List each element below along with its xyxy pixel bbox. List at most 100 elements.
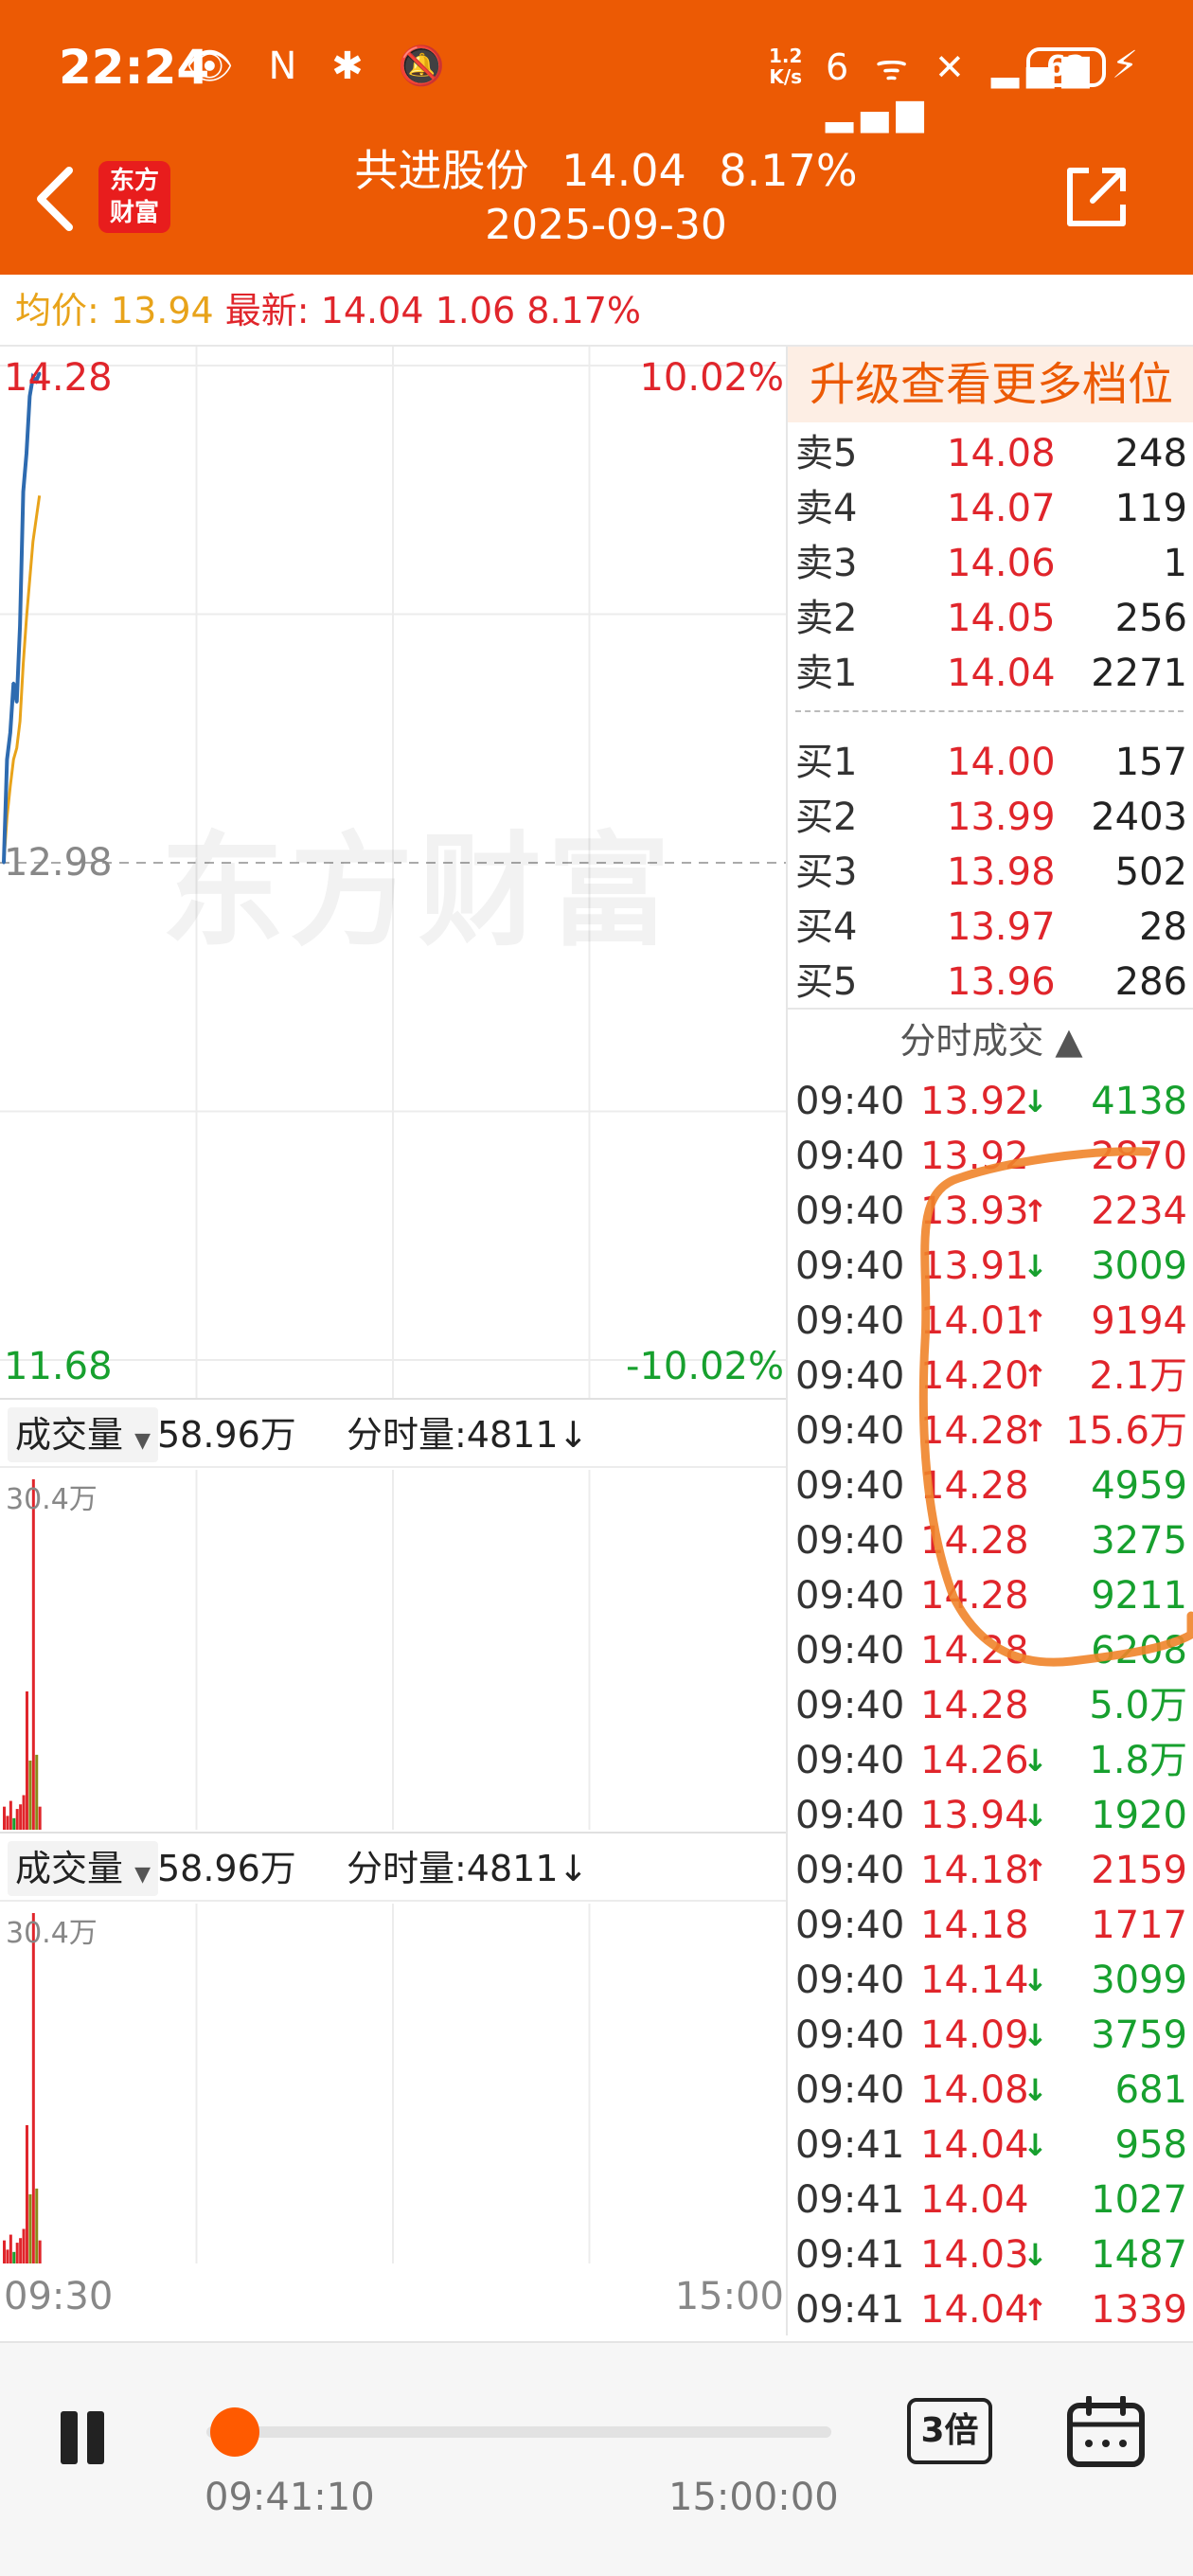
tick-row: 09:40 14.18 1717 bbox=[788, 1898, 1193, 1953]
pause-icon bbox=[61, 2411, 78, 2464]
bid-volume: 157 bbox=[1114, 741, 1187, 784]
bid-row[interactable]: 买2 13.99 2403 bbox=[788, 790, 1193, 845]
playback-end-time: 15:00:00 bbox=[668, 2476, 839, 2519]
tick-arrow-icon: ↓ bbox=[1023, 2237, 1048, 2273]
minute-volume: 分时量:4811↓ bbox=[347, 1400, 588, 1470]
top-pct-label: 10.02% bbox=[639, 356, 784, 400]
tick-price: 14.26 bbox=[920, 1739, 1029, 1782]
volume-indicator-select-2[interactable]: 成交量 ▼ bbox=[8, 1841, 159, 1896]
tick-row: 09:40 14.14 ↓ 3099 bbox=[788, 1953, 1193, 2008]
time-axis-end: 15:00 bbox=[674, 2275, 784, 2318]
tick-arrow-icon: ↑ bbox=[1023, 1852, 1048, 1888]
hand-drawn-annotation bbox=[918, 1147, 1193, 1667]
ask-volume: 119 bbox=[1114, 487, 1187, 530]
arrow-down-icon: ↓ bbox=[558, 1414, 589, 1456]
tick-arrow-icon: ↓ bbox=[1023, 1798, 1048, 1834]
volume-total: 58.96万 bbox=[157, 1848, 296, 1889]
volume-bar bbox=[15, 2243, 19, 2263]
bid-price: 13.96 bbox=[947, 960, 1056, 1004]
bid-row[interactable]: 买4 13.97 28 bbox=[788, 900, 1193, 955]
bid-price: 13.98 bbox=[947, 850, 1056, 894]
volume-bar bbox=[25, 2124, 28, 2263]
ask-price: 14.04 bbox=[947, 652, 1056, 695]
bid-row[interactable]: 买5 13.96 286 bbox=[788, 955, 1193, 1010]
price-point bbox=[18, 624, 22, 628]
volume-bar bbox=[6, 2249, 9, 2263]
bid-price: 13.97 bbox=[947, 905, 1056, 949]
ask-label: 卖1 bbox=[795, 652, 858, 695]
tick-time: 09:40 bbox=[795, 1904, 905, 1947]
tick-time: 09:41 bbox=[795, 2123, 905, 2167]
price-summary-bar: 均价: 13.94 最新: 14.04 1.06 8.17% bbox=[0, 275, 1193, 347]
stock-title: 共进股份 14.04 8.17% bbox=[0, 136, 1193, 199]
tick-time: 09:40 bbox=[795, 1739, 905, 1782]
app-header: 22:24 👁 N ✱ 🔕 1.2 K/s 6 ᯤ ✕ ▂▄▆ ▂▄▆ 62 ⚡… bbox=[0, 0, 1193, 275]
upgrade-more-levels-button[interactable]: 升级查看更多档位 bbox=[788, 347, 1193, 422]
tick-price: 14.03 bbox=[920, 2233, 1029, 2277]
tick-time: 09:40 bbox=[795, 1080, 905, 1123]
bid-label: 买1 bbox=[795, 741, 858, 784]
latest-label: 最新: bbox=[224, 290, 310, 331]
playback-track[interactable] bbox=[206, 2426, 831, 2438]
stock-price: 14.04 bbox=[561, 145, 686, 196]
tick-time: 09:40 bbox=[795, 2013, 905, 2057]
tick-price: 14.04 bbox=[920, 2123, 1029, 2167]
ticks-header[interactable]: 分时成交 ▲ bbox=[788, 1008, 1193, 1070]
ask-volume: 256 bbox=[1114, 597, 1187, 640]
volume-indicator-select-1[interactable]: 成交量 ▼ bbox=[8, 1407, 159, 1462]
ask-row[interactable]: 卖5 14.08 248 bbox=[788, 426, 1193, 481]
latest-pct: 8.17% bbox=[526, 290, 642, 331]
tick-row: 09:40 14.26 ↓ 1.8万 bbox=[788, 1733, 1193, 1788]
volume-bar bbox=[35, 2188, 39, 2263]
volume-chart-svg-2 bbox=[3, 1904, 591, 2263]
tick-time: 09:40 bbox=[795, 1849, 905, 1892]
tick-time: 09:41 bbox=[795, 2233, 905, 2277]
watermark: 东方财富 bbox=[161, 819, 677, 963]
bid-label: 买2 bbox=[795, 796, 858, 839]
network-speed-unit: K/s bbox=[769, 65, 803, 88]
share-icon bbox=[1067, 168, 1126, 226]
pause-button[interactable] bbox=[57, 2411, 110, 2464]
bid-row[interactable]: 买1 14.00 157 bbox=[788, 735, 1193, 790]
share-button[interactable] bbox=[1060, 161, 1132, 233]
bid-volume: 28 bbox=[1139, 905, 1187, 949]
volume-bar bbox=[22, 1795, 26, 1830]
tick-volume: 3099 bbox=[1091, 1959, 1187, 2002]
arrow-down-icon: ↓ bbox=[558, 1848, 589, 1889]
mid-price-label: 12.98 bbox=[4, 841, 113, 885]
network-speed: 1.2 K/s bbox=[769, 45, 802, 87]
ask-row[interactable]: 卖3 14.06 1 bbox=[788, 536, 1193, 591]
speed-button[interactable]: 3倍 bbox=[907, 2398, 992, 2464]
tick-price: 14.04 bbox=[920, 2288, 1029, 2332]
ask-price: 14.06 bbox=[947, 542, 1056, 585]
calendar-button[interactable] bbox=[1066, 2395, 1146, 2468]
tick-row: 09:40 14.09 ↓ 3759 bbox=[788, 2008, 1193, 2063]
tick-volume: 1717 bbox=[1091, 1904, 1187, 1947]
minute-volume-text: 分时量:4811 bbox=[347, 1414, 559, 1456]
playback-knob[interactable] bbox=[210, 2407, 259, 2457]
intraday-chart[interactable]: 东方财富 14.28 10.02% 12.98 11.68 -10.02% 成交… bbox=[0, 347, 786, 2335]
tick-time: 09:41 bbox=[795, 2288, 905, 2332]
tick-row: 09:41 14.03 ↓ 1487 bbox=[788, 2227, 1193, 2282]
bid-row[interactable]: 买3 13.98 502 bbox=[788, 845, 1193, 900]
volume-bar bbox=[12, 1817, 16, 1830]
ask-row[interactable]: 卖2 14.05 256 bbox=[788, 591, 1193, 646]
volume-bar bbox=[28, 2193, 32, 2263]
tick-time: 09:40 bbox=[795, 2068, 905, 2112]
tick-row: 09:40 14.08 ↓ 681 bbox=[788, 2063, 1193, 2118]
tick-price: 14.04 bbox=[920, 2178, 1029, 2222]
tick-price: 14.08 bbox=[920, 2068, 1029, 2112]
volume-bar bbox=[31, 1479, 35, 1830]
tick-price: 14.18 bbox=[920, 1849, 1029, 1892]
volume-select-label: 成交量 bbox=[15, 1414, 124, 1456]
ask-label: 卖5 bbox=[795, 432, 858, 475]
volume-bar bbox=[9, 2234, 12, 2263]
charging-icon: ⚡ bbox=[1112, 44, 1139, 87]
volume-bar bbox=[35, 1754, 39, 1830]
tick-row: 09:40 13.92 ↓ 4138 bbox=[788, 1074, 1193, 1129]
bid-volume: 286 bbox=[1114, 960, 1187, 1004]
ask-row[interactable]: 卖4 14.07 119 bbox=[788, 481, 1193, 536]
tick-volume: 1027 bbox=[1091, 2178, 1187, 2222]
bid-label: 买3 bbox=[795, 850, 858, 894]
ask-row[interactable]: 卖1 14.04 2271 bbox=[788, 646, 1193, 701]
